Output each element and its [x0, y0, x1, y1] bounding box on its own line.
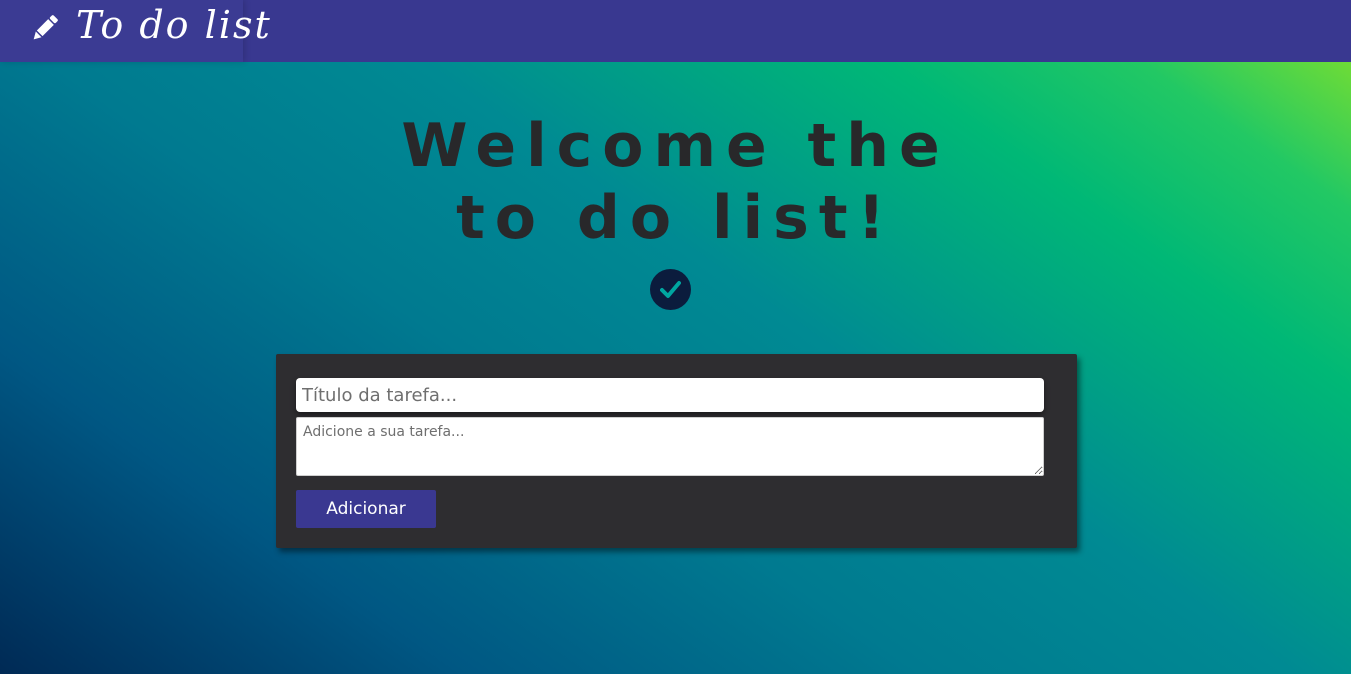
- page-title-line-1: Welcome the: [401, 111, 950, 181]
- top-bar: To do list: [0, 0, 1351, 62]
- brand-title: To do list: [76, 3, 272, 47]
- pencil-icon: [28, 11, 62, 45]
- check-circle-icon: [650, 269, 691, 310]
- brand[interactable]: To do list: [0, 0, 270, 62]
- task-description-textarea[interactable]: [296, 417, 1044, 476]
- page-title: Welcome the to do list!: [0, 110, 1351, 254]
- page-title-line-2: to do list!: [456, 183, 895, 253]
- task-form-card: Adicionar: [276, 354, 1077, 548]
- task-title-input[interactable]: [296, 378, 1044, 412]
- add-task-button[interactable]: Adicionar: [296, 490, 436, 528]
